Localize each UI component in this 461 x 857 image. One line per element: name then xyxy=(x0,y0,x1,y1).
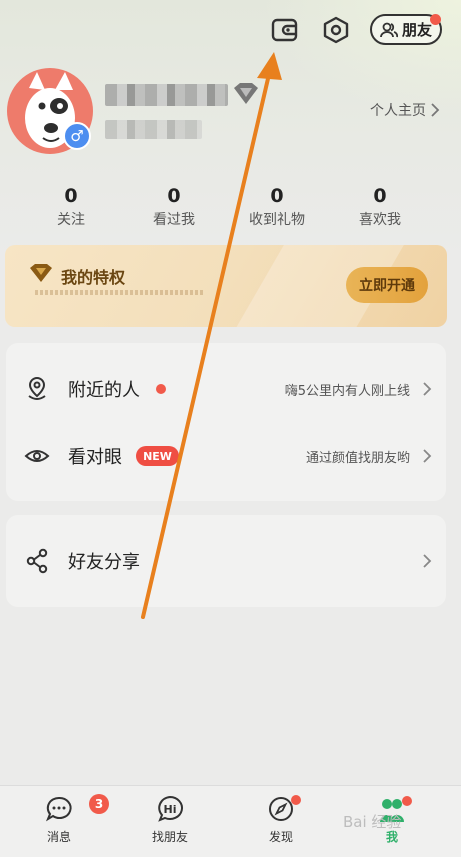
male-symbol-icon: ♂ xyxy=(70,127,84,145)
activate-now-button[interactable]: 立即开通 xyxy=(346,267,428,303)
chevron-right-icon xyxy=(431,103,440,117)
wallet-icon xyxy=(271,18,298,42)
unread-count-badge: 3 xyxy=(89,794,109,814)
stat-viewed-me[interactable]: 0 看过我 xyxy=(124,185,224,229)
wallet-button[interactable] xyxy=(268,13,302,47)
social-menu-card: 附近的人 嗨5公里内有人刚上线 看对眼 NEW 通过颜值找朋友哟 xyxy=(6,343,446,501)
privilege-subtitle-faded xyxy=(35,290,203,295)
stat-label: 收到礼物 xyxy=(249,212,305,228)
baidu-watermark: Bai 经验 xyxy=(343,813,402,831)
discover-notification-dot xyxy=(291,795,301,805)
user-id-blurred xyxy=(105,120,202,139)
tab-messages[interactable]: 消息 3 xyxy=(19,794,109,845)
tab-label: 消息 xyxy=(46,830,71,844)
menu-item-nearby-people[interactable]: 附近的人 嗨5公里内有人刚上线 xyxy=(6,364,446,414)
personal-homepage-link[interactable]: 个人主页 xyxy=(370,100,440,120)
me-notification-dot xyxy=(402,796,412,806)
stat-following[interactable]: 0 关注 xyxy=(21,185,121,229)
eye-icon xyxy=(24,443,50,469)
tab-label: 找朋友 xyxy=(151,830,188,844)
chevron-right-icon xyxy=(423,449,432,463)
location-pin-icon xyxy=(24,376,50,402)
nearby-notification-dot xyxy=(156,384,166,394)
stat-value: 0 xyxy=(270,185,284,207)
share-menu-card: 好友分享 xyxy=(6,515,446,607)
chevron-right-icon xyxy=(423,382,432,396)
profile-link-label: 个人主页 xyxy=(370,103,426,119)
tab-find-friends[interactable]: Hi 找朋友 xyxy=(130,794,210,845)
stat-label: 关注 xyxy=(57,212,85,228)
stat-value: 0 xyxy=(167,185,181,207)
friends-notification-dot xyxy=(430,14,441,25)
settings-button[interactable] xyxy=(319,13,353,47)
stat-gifts-received[interactable]: 0 收到礼物 xyxy=(227,185,327,229)
menu-item-share-friends[interactable]: 好友分享 xyxy=(6,536,446,586)
stat-likes-me[interactable]: 0 喜欢我 xyxy=(330,185,430,229)
svg-text:Hi: Hi xyxy=(164,803,177,816)
chevron-right-icon xyxy=(423,554,432,568)
menu-description: 嗨5公里内有人刚上线 xyxy=(284,383,410,399)
settings-hexagon-icon xyxy=(323,16,349,44)
friends-icon xyxy=(380,22,398,37)
gold-diamond-icon xyxy=(30,264,52,282)
share-icon xyxy=(24,548,50,574)
username-blurred xyxy=(105,84,228,106)
hi-bubble-icon: Hi xyxy=(158,795,183,822)
vip-diamond-icon[interactable] xyxy=(232,82,260,106)
stat-value: 0 xyxy=(373,185,387,207)
menu-title: 附近的人 xyxy=(68,380,140,401)
tab-label: 发现 xyxy=(268,830,293,844)
menu-description: 通过颜值找朋友哟 xyxy=(305,450,410,466)
menu-title: 好友分享 xyxy=(68,552,140,573)
chat-bubble-icon xyxy=(45,796,72,822)
menu-title: 看对眼 xyxy=(68,447,122,468)
male-gender-badge: ♂ xyxy=(63,122,91,150)
stat-label: 喜欢我 xyxy=(359,212,401,228)
privilege-title: 我的特权 xyxy=(61,268,126,287)
menu-item-face-match[interactable]: 看对眼 NEW 通过颜值找朋友哟 xyxy=(6,431,446,481)
stat-value: 0 xyxy=(64,185,78,207)
friends-label: 朋友 xyxy=(401,21,432,39)
tab-discover[interactable]: 发现 xyxy=(241,794,321,845)
new-badge: NEW xyxy=(136,446,179,466)
stat-label: 看过我 xyxy=(153,212,195,228)
privilege-card[interactable]: 我的特权 立即开通 xyxy=(5,245,447,327)
